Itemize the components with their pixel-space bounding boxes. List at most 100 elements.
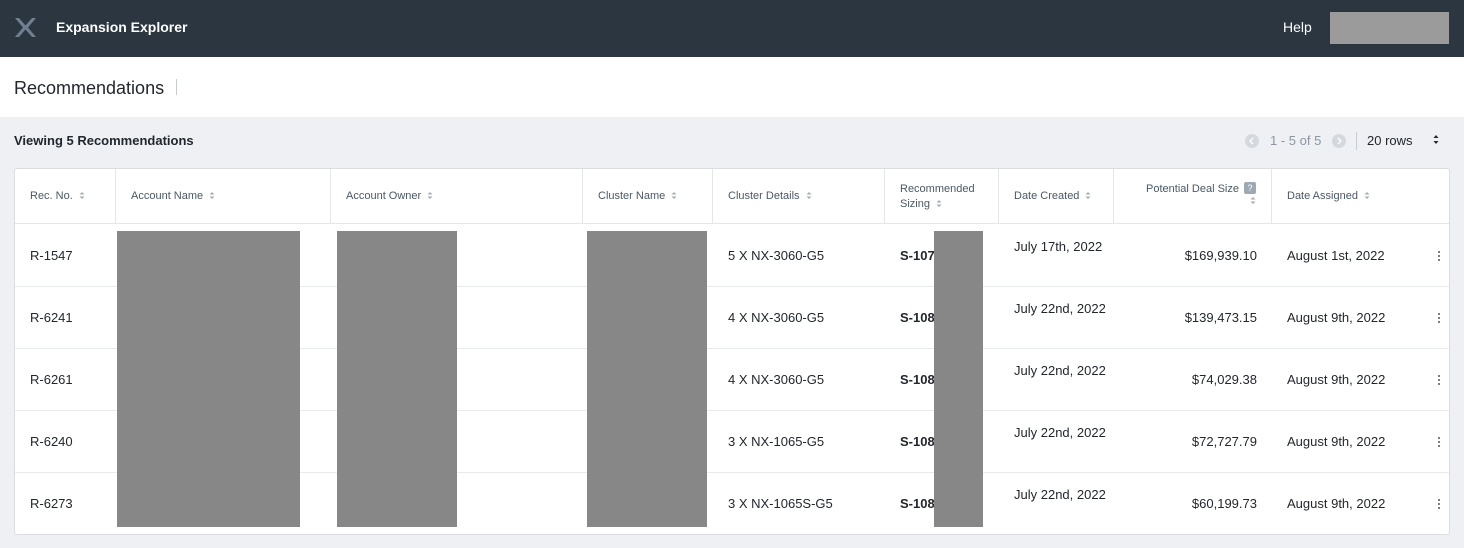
column-header-cluster-details[interactable]: Cluster Details	[713, 169, 885, 224]
column-header-cluster-name[interactable]: Cluster Name	[583, 169, 713, 224]
column-header-account-owner[interactable]: Account Owner	[331, 169, 583, 224]
app-title: Expansion Explorer	[56, 19, 188, 35]
column-header-rec-no[interactable]: Rec. No.	[15, 169, 116, 224]
rows-per-page-value: 20 rows	[1367, 133, 1413, 148]
sizing-value: S-107	[900, 248, 935, 263]
row-actions-menu-icon[interactable]	[1434, 311, 1444, 325]
sort-icon	[936, 200, 942, 207]
column-label: Account Owner	[346, 190, 422, 202]
deal-size-value: $139,473.15	[1184, 310, 1257, 325]
column-header-recommended-sizing[interactable]: Recommended Sizing	[885, 169, 999, 224]
x-logo-icon[interactable]	[14, 17, 37, 38]
column-label: Account Name	[131, 190, 204, 202]
cluster-details-value: 4 X NX-3060-G5	[728, 310, 825, 325]
rec-no-value: R-6261	[30, 372, 73, 387]
date-assigned-value: August 9th, 2022	[1287, 372, 1386, 387]
sort-icon	[209, 192, 215, 199]
date-created-value: July 22nd, 2022	[1014, 425, 1106, 440]
cell-date-assigned: August 9th, 2022	[1272, 411, 1432, 473]
sort-icon	[1250, 197, 1256, 204]
date-assigned-value: August 9th, 2022	[1287, 310, 1386, 325]
column-label: Potential Deal Size	[1146, 183, 1239, 195]
date-created-value: July 22nd, 2022	[1014, 301, 1106, 316]
cluster-details-value: 3 X NX-1065-G5	[728, 434, 825, 449]
deal-size-value: $169,939.10	[1184, 248, 1257, 263]
help-question-icon[interactable]: ?	[1244, 182, 1256, 194]
table-header: Rec. No. Account Name Account Owner Clus…	[15, 169, 1449, 224]
row-actions-menu-icon[interactable]	[1434, 373, 1444, 387]
recommendations-table: Rec. No. Account Name Account Owner Clus…	[14, 168, 1450, 535]
cell-date-created: July 17th, 2022	[999, 225, 1114, 287]
sort-icon	[427, 192, 433, 199]
cell-cluster-details: 4 X NX-3060-G5	[713, 287, 885, 349]
cell-date-assigned: August 9th, 2022	[1272, 349, 1432, 411]
rows-per-page-select[interactable]: 20 rows	[1367, 133, 1439, 148]
column-label: Date Assigned	[1287, 190, 1358, 202]
cell-rec-no: R-6241	[15, 287, 116, 349]
column-label: Cluster Name	[598, 190, 666, 202]
column-header-date-created[interactable]: Date Created	[999, 169, 1114, 224]
viewing-count-label: Viewing 5 Recommendations	[14, 133, 194, 148]
rec-no-value: R-6241	[30, 310, 73, 325]
cell-deal-size: $74,029.38	[1114, 349, 1272, 411]
deal-size-value: $72,727.79	[1191, 434, 1257, 449]
next-page-button[interactable]	[1332, 134, 1346, 148]
previous-page-button[interactable]	[1245, 134, 1259, 148]
cell-deal-size: $72,727.79	[1114, 411, 1272, 473]
row-actions-menu-icon[interactable]	[1434, 497, 1444, 511]
rec-no-value: R-6273	[30, 496, 73, 511]
date-assigned-value: August 9th, 2022	[1287, 496, 1386, 511]
cluster-details-value: 3 X NX-1065S-G5	[728, 496, 833, 511]
cell-cluster-details: 3 X NX-1065S-G5	[713, 473, 885, 534]
sort-caret-icon	[1433, 135, 1439, 144]
page-title: Recommendations	[14, 78, 165, 98]
sort-icon	[671, 192, 677, 199]
date-created-value: July 22nd, 2022	[1014, 487, 1106, 502]
sort-icon	[1364, 192, 1370, 199]
sizing-value: S-108	[900, 310, 935, 325]
column-label: Cluster Details	[728, 190, 800, 202]
cell-cluster-details: 3 X NX-1065-G5	[713, 411, 885, 473]
cell-date-created: July 22nd, 2022	[999, 287, 1114, 349]
column-header-account-name[interactable]: Account Name	[116, 169, 331, 224]
cell-date-created: July 22nd, 2022	[999, 411, 1114, 473]
redacted-account-owners	[337, 231, 457, 527]
cell-date-assigned: August 1st, 2022	[1272, 225, 1432, 287]
cell-date-created: July 22nd, 2022	[999, 349, 1114, 411]
deal-size-value: $74,029.38	[1191, 372, 1257, 387]
sort-icon	[79, 192, 85, 199]
row-actions-menu-icon[interactable]	[1434, 249, 1444, 263]
date-assigned-value: August 1st, 2022	[1287, 248, 1385, 263]
cell-cluster-details: 5 X NX-3060-G5	[713, 225, 885, 287]
pagination-divider	[1356, 132, 1357, 150]
chevron-right-icon	[1337, 137, 1342, 145]
column-header-potential-deal-size[interactable]: Potential Deal Size?	[1114, 169, 1272, 224]
deal-size-value: $60,199.73	[1191, 496, 1257, 511]
cell-rec-no: R-6261	[15, 349, 116, 411]
pagination-range: 1 - 5 of 5	[1270, 133, 1322, 148]
cell-deal-size: $169,939.10	[1114, 225, 1272, 287]
help-link[interactable]: Help	[1283, 19, 1312, 35]
column-label: Rec. No.	[30, 190, 73, 202]
user-menu-redacted[interactable]	[1330, 12, 1449, 44]
row-actions-menu-icon[interactable]	[1434, 435, 1444, 449]
sort-icon	[806, 192, 812, 199]
cell-date-assigned: August 9th, 2022	[1272, 287, 1432, 349]
cluster-details-value: 5 X NX-3060-G5	[728, 248, 825, 263]
column-header-date-assigned[interactable]: Date Assigned	[1272, 169, 1449, 224]
redacted-account-names	[117, 231, 300, 527]
cell-cluster-details: 4 X NX-3060-G5	[713, 349, 885, 411]
cell-deal-size: $60,199.73	[1114, 473, 1272, 534]
date-created-value: July 17th, 2022	[1014, 239, 1103, 254]
cell-rec-no: R-6273	[15, 473, 116, 534]
cell-date-created: July 22nd, 2022	[999, 473, 1114, 534]
top-navigation-bar: Expansion Explorer Help	[0, 0, 1464, 57]
redacted-sizing-suffix	[934, 231, 983, 527]
cell-deal-size: $139,473.15	[1114, 287, 1272, 349]
column-label: Date Created	[1014, 190, 1080, 202]
rec-no-value: R-1547	[30, 248, 73, 263]
date-created-value: July 22nd, 2022	[1014, 363, 1106, 378]
cell-rec-no: R-1547	[15, 225, 116, 287]
redacted-cluster-names	[587, 231, 707, 527]
sizing-value: S-108	[900, 496, 935, 511]
